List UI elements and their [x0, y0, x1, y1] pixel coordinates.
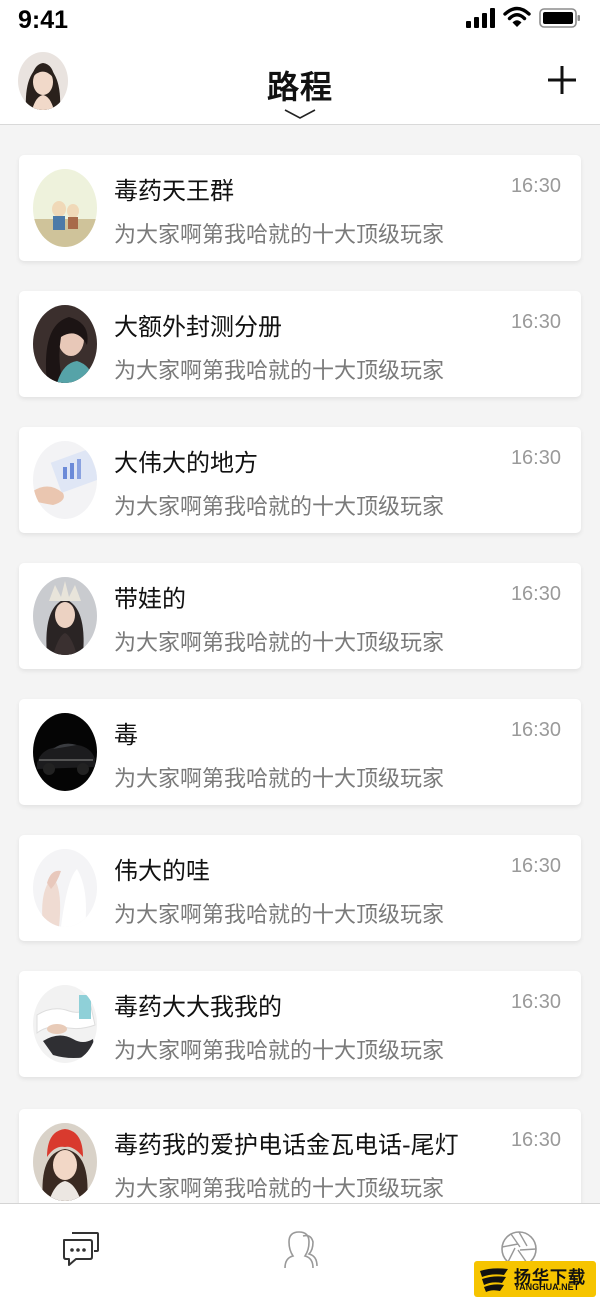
- page-title: 路程: [266, 68, 333, 106]
- status-bar: 9:41: [0, 0, 600, 44]
- status-time: 9:41: [18, 6, 69, 34]
- chevron-down-icon[interactable]: [284, 108, 316, 120]
- conversation-list[interactable]: 毒药天王群 为大家啊第我哈就的十大顶级玩家 16:30 大额外封测分册 为大家啊…: [0, 126, 600, 1204]
- conversation-message: 为大家啊第我哈就的十大顶级玩家: [114, 1039, 445, 1064]
- conversation-time: 16:30: [510, 175, 561, 197]
- conversation-avatar: [33, 577, 97, 655]
- conversation-avatar: [33, 1123, 97, 1201]
- conversation-name: 伟大的哇: [114, 857, 210, 885]
- conversation-message: 为大家啊第我哈就的十大顶级玩家: [114, 631, 445, 656]
- conversation-avatar: [33, 441, 97, 519]
- conversation-item[interactable]: 大额外封测分册 为大家啊第我哈就的十大顶级玩家 16:30: [19, 291, 581, 397]
- conversation-item[interactable]: 带娃的 为大家啊第我哈就的十大顶级玩家 16:30: [19, 563, 581, 669]
- watermark-emblem-icon: [480, 1268, 508, 1292]
- contacts-icon[interactable]: [281, 1230, 319, 1270]
- conversation-name: 大额外封测分册: [114, 313, 282, 341]
- conversation-time: 16:30: [510, 447, 561, 469]
- conversation-time: 16:30: [510, 855, 561, 877]
- conversation-item[interactable]: 毒药大大我我的 为大家啊第我哈就的十大顶级玩家 16:30: [19, 971, 581, 1077]
- cellular-signal-icon: [466, 8, 495, 28]
- conversation-name: 带娃的: [114, 585, 186, 613]
- conversation-avatar: [33, 985, 97, 1063]
- conversation-item[interactable]: 毒 为大家啊第我哈就的十大顶级玩家 16:30: [19, 699, 581, 805]
- watermark-logo: 扬华下载 YANGHUA.NET: [474, 1261, 596, 1297]
- conversation-message: 为大家啊第我哈就的十大顶级玩家: [114, 1177, 445, 1202]
- battery-icon: [539, 8, 580, 28]
- conversation-avatar: [33, 169, 97, 247]
- conversation-item[interactable]: 伟大的哇 为大家啊第我哈就的十大顶级玩家 16:30: [19, 835, 581, 941]
- conversation-time: 16:30: [510, 311, 561, 333]
- conversation-item[interactable]: 毒药我的爱护电话金瓦电话-尾灯 为大家啊第我哈就的十大顶级玩家 16:30: [19, 1109, 581, 1204]
- conversation-message: 为大家啊第我哈就的十大顶级玩家: [114, 359, 445, 384]
- conversation-name: 毒: [114, 721, 138, 749]
- conversation-time: 16:30: [510, 1129, 561, 1151]
- conversation-item[interactable]: 毒药天王群 为大家啊第我哈就的十大顶级玩家 16:30: [19, 155, 581, 261]
- wifi-icon: [503, 6, 531, 27]
- conversation-name: 毒药我的爱护电话金瓦电话-尾灯: [114, 1131, 459, 1159]
- conversation-time: 16:30: [510, 719, 561, 741]
- conversation-message: 为大家啊第我哈就的十大顶级玩家: [114, 767, 445, 792]
- conversation-time: 16:30: [510, 583, 561, 605]
- conversation-avatar: [33, 713, 97, 791]
- conversation-message: 为大家啊第我哈就的十大顶级玩家: [114, 223, 445, 248]
- conversation-message: 为大家啊第我哈就的十大顶级玩家: [114, 495, 445, 520]
- conversation-time: 16:30: [510, 991, 561, 1013]
- chat-bubbles-icon[interactable]: [62, 1230, 100, 1266]
- conversation-name: 毒药天王群: [114, 177, 234, 205]
- conversation-name: 大伟大的地方: [114, 449, 258, 477]
- conversation-name: 毒药大大我我的: [114, 993, 282, 1021]
- header-bar: 路程: [0, 44, 600, 125]
- conversation-message: 为大家啊第我哈就的十大顶级玩家: [114, 903, 445, 928]
- conversation-avatar: [33, 849, 97, 927]
- conversation-item[interactable]: 大伟大的地方 为大家啊第我哈就的十大顶级玩家 16:30: [19, 427, 581, 533]
- plus-icon[interactable]: [548, 66, 576, 94]
- watermark-url: YANGHUA.NET: [514, 1282, 580, 1292]
- conversation-avatar: [33, 305, 97, 383]
